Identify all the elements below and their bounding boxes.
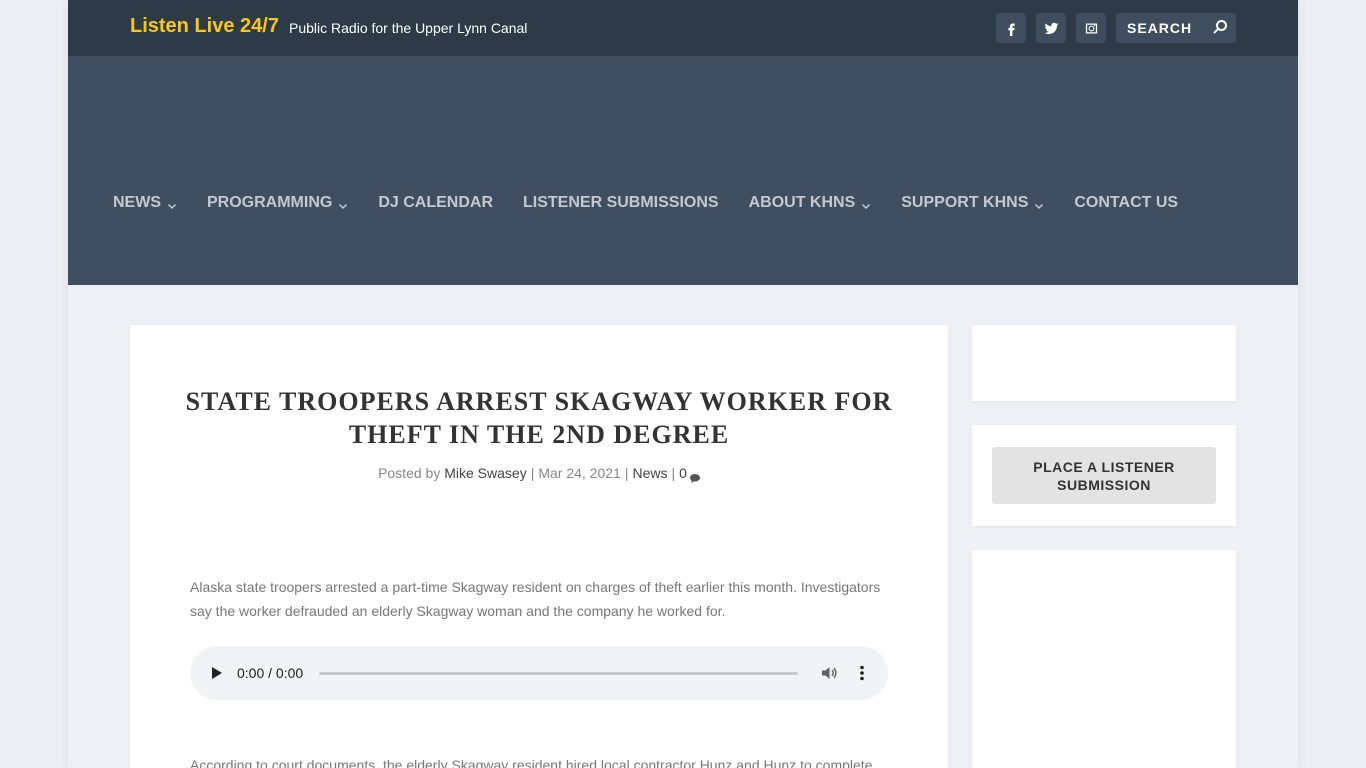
volume-icon[interactable]: [820, 664, 838, 682]
nav-item-label: LISTENER SUBMISSIONS: [523, 194, 719, 211]
twitter-link[interactable]: [1036, 13, 1066, 43]
chevron-down-icon: [861, 198, 871, 210]
nav-item-label: DJ CALENDAR: [378, 194, 493, 211]
place-listener-submission-button[interactable]: PLACE A LISTENER SUBMISSION: [992, 447, 1216, 504]
post-date: Mar 24, 2021: [538, 465, 621, 481]
meta-separator: |: [671, 465, 676, 481]
sidebar-widget: [972, 325, 1236, 401]
twitter-icon: [1044, 21, 1059, 36]
article-card: STATE TROOPERS ARREST SKAGWAY WORKER FOR…: [130, 325, 948, 768]
category-link[interactable]: News: [632, 465, 667, 481]
facebook-link[interactable]: [996, 13, 1026, 43]
meta-separator: |: [530, 465, 535, 481]
comments-count: 0: [679, 465, 687, 481]
search-icon[interactable]: [1212, 19, 1228, 35]
nav-item-contact-us[interactable]: CONTACT US: [1074, 194, 1178, 212]
nav-item-dj-calendar[interactable]: DJ CALENDAR: [378, 194, 493, 212]
chevron-down-icon: [167, 198, 177, 210]
nav-item-programming[interactable]: PROGRAMMING: [207, 194, 348, 212]
instagram-link[interactable]: [1076, 13, 1106, 43]
comment-icon: [689, 470, 700, 483]
nav-item-support-khns[interactable]: SUPPORT KHNS: [901, 194, 1044, 212]
post-paragraph: Alaska state troopers arrested a part-ti…: [190, 579, 881, 619]
listen-live-link[interactable]: Listen Live 24/7: [130, 15, 279, 38]
sidebar-widget-submission: PLACE A LISTENER SUBMISSION: [972, 425, 1236, 526]
nav-item-label: SUPPORT KHNS: [901, 194, 1029, 211]
more-options-icon[interactable]: [856, 664, 868, 682]
site-tagline: Public Radio for the Upper Lynn Canal: [289, 20, 528, 36]
nav-item-about-khns[interactable]: ABOUT KHNS: [749, 194, 872, 212]
site-header: NEWS PROGRAMMING DJ CALENDAR LISTENER SU…: [68, 56, 1298, 285]
comments-link[interactable]: 0: [679, 465, 700, 483]
main-nav: NEWS PROGRAMMING DJ CALENDAR LISTENER SU…: [113, 194, 1208, 212]
post-meta: Posted by Mike Swasey | Mar 24, 2021 | News |…: [130, 465, 948, 483]
meta-separator: |: [624, 465, 629, 481]
instagram-icon: [1084, 21, 1099, 36]
page-container: Listen Live 24/7 Public Radio for the Up…: [68, 0, 1298, 768]
nav-item-listener-submissions[interactable]: LISTENER SUBMISSIONS: [523, 194, 719, 212]
audio-time: 0:00 / 0:00: [237, 665, 304, 681]
post-title: STATE TROOPERS ARREST SKAGWAY WORKER FOR…: [185, 387, 893, 449]
post-paragraph: According to court documents, the elderl…: [190, 757, 873, 768]
author-link[interactable]: Mike Swasey: [444, 465, 526, 481]
posted-by-label: Posted by: [378, 465, 445, 481]
nav-item-news[interactable]: NEWS: [113, 194, 177, 212]
facebook-icon: [1004, 21, 1019, 36]
play-icon[interactable]: [208, 665, 224, 681]
search-input[interactable]: [1116, 13, 1211, 43]
audio-player: 0:00 / 0:00: [190, 646, 888, 700]
nav-item-label: CONTACT US: [1074, 194, 1179, 211]
nav-item-label: ABOUT KHNS: [748, 194, 856, 211]
audio-progress-bar[interactable]: [319, 672, 798, 675]
search-box: [1116, 13, 1236, 43]
top-bar: Listen Live 24/7 Public Radio for the Up…: [68, 0, 1298, 56]
nav-item-label: PROGRAMMING: [207, 194, 333, 211]
chevron-down-icon: [338, 198, 348, 210]
chevron-down-icon: [1034, 198, 1044, 210]
sidebar-widget: [972, 550, 1236, 768]
nav-item-label: NEWS: [113, 194, 161, 211]
